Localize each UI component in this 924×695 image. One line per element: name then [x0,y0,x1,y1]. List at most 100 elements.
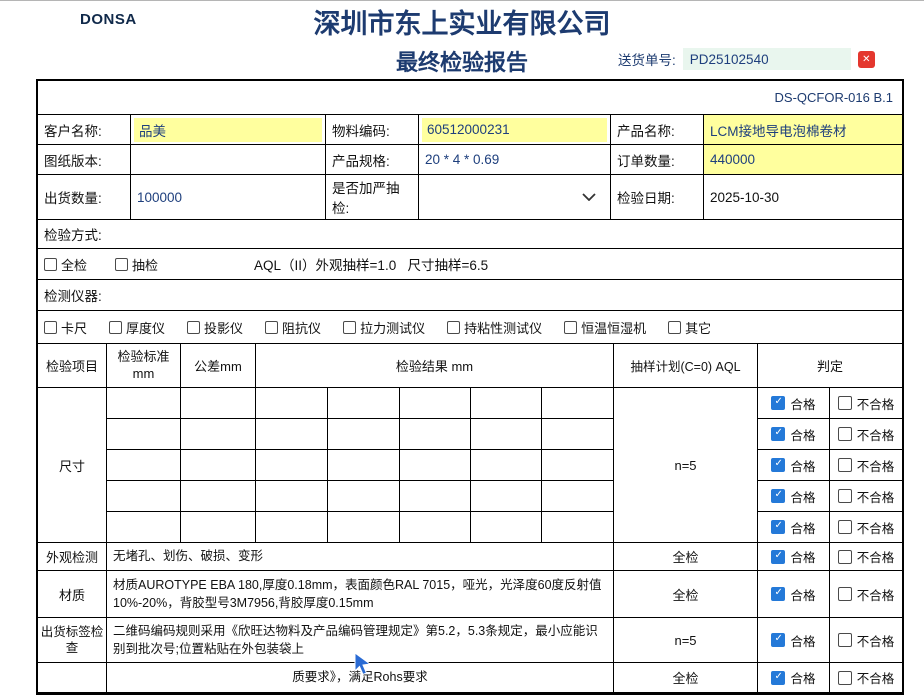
flag-icon[interactable] [858,51,875,68]
material-code-input[interactable]: 60512000231 [422,118,607,142]
full-inspection-checkbox[interactable] [44,258,57,271]
result-cell[interactable] [181,512,256,543]
drawing-version-label: 图纸版本: [38,145,131,175]
fail-checkbox[interactable] [838,427,852,441]
result-cell[interactable] [400,388,471,419]
pass-checkbox[interactable] [771,458,785,472]
result-cell[interactable] [328,450,400,481]
fail-label: 不合格 [857,547,895,566]
result-cell[interactable] [328,419,400,450]
ship-qty-value[interactable]: 100000 [131,175,326,220]
header-plan: 抽样计划(C=0) AQL [614,344,758,388]
result-cell[interactable] [256,419,328,450]
order-qty-input[interactable]: 440000 [704,145,902,175]
method-option-full: 全检 [44,255,87,274]
pass-checkbox[interactable] [771,550,785,564]
result-cell[interactable] [328,512,400,543]
result-cell[interactable] [107,388,181,419]
verdict-fail-cell: 不合格 [830,481,902,512]
result-cell[interactable] [400,450,471,481]
result-cell[interactable] [471,512,542,543]
fail-checkbox[interactable] [838,550,852,564]
presence-cursor-icon [352,652,376,676]
result-cell[interactable] [471,388,542,419]
result-cell[interactable] [400,419,471,450]
row-item-dimension: 尺寸 [38,388,107,543]
verdict-pass-cell: 合格 [758,663,830,693]
result-cell[interactable] [107,450,181,481]
result-cell[interactable] [256,481,328,512]
strict-sampling-select[interactable] [419,175,611,220]
drawing-version-value[interactable] [131,145,326,175]
pass-checkbox[interactable] [771,633,785,647]
thickness-gauge-label: 厚度仪 [126,318,165,337]
other-instrument-checkbox[interactable] [668,321,681,334]
result-cell[interactable] [256,388,328,419]
material-code-label: 物料编码: [326,115,419,145]
fail-label: 不合格 [857,394,895,413]
result-cell[interactable] [256,450,328,481]
result-cell[interactable] [107,419,181,450]
product-name-input[interactable]: LCM接地导电泡棉卷材 [704,115,902,145]
fail-checkbox[interactable] [838,633,852,647]
result-cell[interactable] [181,450,256,481]
result-cell[interactable] [471,450,542,481]
aql-note: AQL（II）外观抽样=1.0 尺寸抽样=6.5 [254,254,488,274]
fail-checkbox[interactable] [838,489,852,503]
fail-checkbox[interactable] [838,458,852,472]
projector-checkbox[interactable] [187,321,200,334]
verdict-pass-cell: 合格 [758,419,830,450]
instrument-climate-chamber: 恒温恒湿机 [564,318,646,337]
pass-checkbox[interactable] [771,396,785,410]
result-cell[interactable] [542,512,614,543]
delivery-number-input[interactable]: PD25102540 [683,48,851,70]
verdict-pass-cell: 合格 [758,543,830,571]
result-cell[interactable] [471,481,542,512]
result-cell[interactable] [181,481,256,512]
result-cell[interactable] [181,419,256,450]
result-cell[interactable] [328,481,400,512]
sampling-inspection-checkbox[interactable] [115,258,128,271]
climate-chamber-checkbox[interactable] [564,321,577,334]
adhesion-tester-checkbox[interactable] [447,321,460,334]
row-item-shipping-label: 出货标签检查 [38,618,107,663]
thickness-gauge-checkbox[interactable] [109,321,122,334]
result-cell[interactable] [107,512,181,543]
caliper-checkbox[interactable] [44,321,57,334]
document-code: DS-QCFOR-016 B.1 [38,81,902,115]
result-cell[interactable] [542,481,614,512]
product-spec-value[interactable]: 20 * 4 * 0.69 [419,145,611,175]
appearance-criteria: 无堵孔、划伤、破损、变形 [107,543,614,571]
result-cell[interactable] [181,388,256,419]
result-cell[interactable] [328,388,400,419]
fail-checkbox[interactable] [838,520,852,534]
dimension-plan: n=5 [614,388,758,543]
result-cell[interactable] [542,419,614,450]
result-cell[interactable] [107,481,181,512]
verdict-pass-cell: 合格 [758,618,830,663]
verdict-pass-cell: 合格 [758,481,830,512]
inspection-date-value[interactable]: 2025-10-30 [704,175,902,220]
company-name-title: 深圳市东上实业有限公司 [0,2,924,41]
pass-checkbox[interactable] [771,489,785,503]
result-cell[interactable] [542,450,614,481]
fail-checkbox[interactable] [838,396,852,410]
inspection-date-label: 检验日期: [611,175,704,220]
pass-checkbox[interactable] [771,587,785,601]
customer-name-input[interactable]: 品美 [134,118,322,142]
result-cell[interactable] [471,419,542,450]
row-item-rohs [38,663,107,693]
header-item: 检验项目 [38,344,107,388]
result-cell[interactable] [256,512,328,543]
impedance-checkbox[interactable] [265,321,278,334]
fail-checkbox[interactable] [838,587,852,601]
verdict-fail-cell: 不合格 [830,618,902,663]
pass-checkbox[interactable] [771,427,785,441]
shipping-label-plan: n=5 [614,618,758,663]
result-cell[interactable] [400,481,471,512]
result-cell[interactable] [400,512,471,543]
result-cell[interactable] [542,388,614,419]
instruments-title: 检测仪器: [38,280,902,311]
tension-tester-checkbox[interactable] [343,321,356,334]
pass-checkbox[interactable] [771,520,785,534]
